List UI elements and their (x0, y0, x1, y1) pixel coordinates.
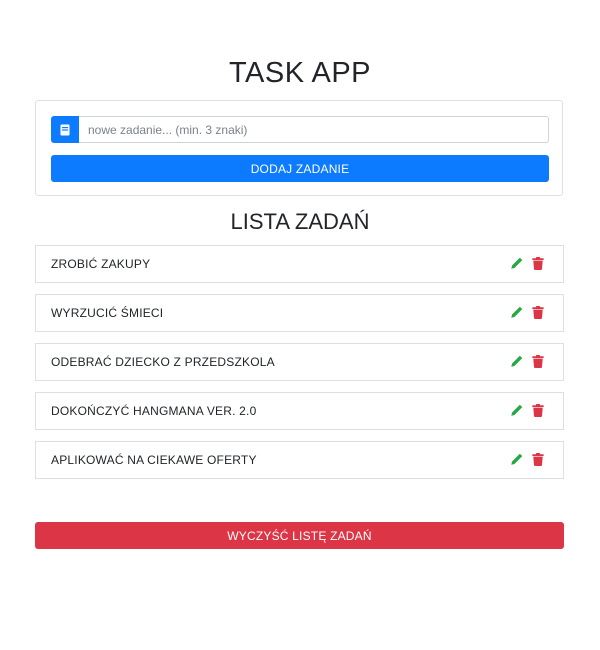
input-addon (51, 116, 79, 143)
pencil-icon[interactable] (510, 306, 523, 319)
task-item: APLIKOWAĆ NA CIEKAWE OFERTY (35, 441, 564, 479)
app-title: TASK APP (228, 57, 372, 89)
trash-icon[interactable] (532, 355, 544, 368)
trash-icon[interactable] (532, 404, 544, 417)
pencil-icon[interactable] (510, 404, 523, 417)
task-item: ZROBIĆ ZAKUPY (35, 245, 564, 283)
add-task-card: DODAJ ZADANIE (35, 100, 563, 196)
trash-icon[interactable] (532, 453, 544, 466)
trash-icon[interactable] (532, 306, 544, 319)
task-label: ZROBIĆ ZAKUPY (51, 257, 151, 271)
task-input-group (51, 116, 549, 143)
new-task-input[interactable] (79, 116, 549, 143)
trash-icon[interactable] (532, 257, 544, 270)
pencil-icon[interactable] (510, 453, 523, 466)
task-item: DOKOŃCZYĆ HANGMANA VER. 2.0 (35, 392, 564, 430)
task-item: WYRZUCIĆ ŚMIECI (35, 294, 564, 332)
task-label: ODEBRAĆ DZIECKO Z PRZEDSZKOLA (51, 355, 275, 369)
add-task-button[interactable]: DODAJ ZADANIE (51, 155, 549, 182)
task-list-title: LISTA ZADAŃ (230, 209, 370, 234)
pencil-icon[interactable] (510, 257, 523, 270)
pencil-icon[interactable] (510, 355, 523, 368)
clear-list-button[interactable]: WYCZYŚĆ LISTĘ ZADAŃ (35, 522, 564, 549)
task-label: APLIKOWAĆ NA CIEKAWE OFERTY (51, 453, 257, 467)
task-label: DOKOŃCZYĆ HANGMANA VER. 2.0 (51, 404, 257, 418)
task-label: WYRZUCIĆ ŚMIECI (51, 306, 164, 320)
task-item: ODEBRAĆ DZIECKO Z PRZEDSZKOLA (35, 343, 564, 381)
note-icon (60, 124, 70, 135)
task-list: ZROBIĆ ZAKUPY WYRZUCIĆ ŚMIECI ODEBRAĆ DZ… (35, 245, 564, 490)
